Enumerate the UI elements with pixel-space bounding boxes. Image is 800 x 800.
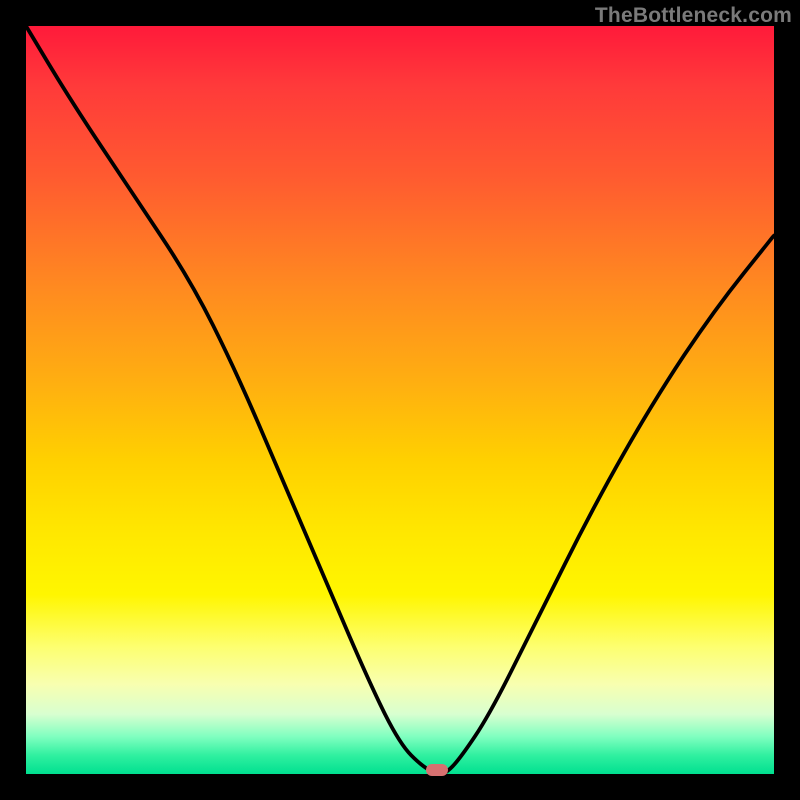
- watermark-text: TheBottleneck.com: [595, 4, 792, 28]
- plot-background-gradient: [26, 26, 774, 774]
- chart-container: TheBottleneck.com: [0, 0, 800, 800]
